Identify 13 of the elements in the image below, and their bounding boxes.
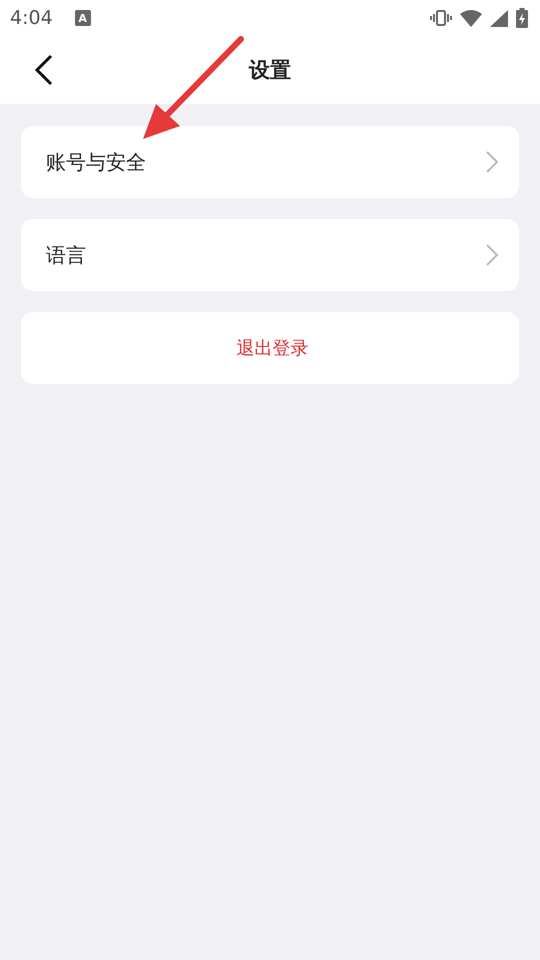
settings-item[interactable]: 语言 xyxy=(21,219,519,291)
status-time: 4:04 xyxy=(10,7,53,29)
page-title: 设置 xyxy=(249,57,291,84)
back-icon[interactable] xyxy=(34,54,54,86)
settings-item[interactable]: 账号与安全 xyxy=(21,126,519,198)
chevron-icon xyxy=(485,150,499,174)
notification-icon: A xyxy=(74,10,91,26)
signal-icon xyxy=(490,10,508,26)
logout-button[interactable]: 退出登录 xyxy=(21,312,519,384)
chevron-icon xyxy=(485,243,499,267)
battery-icon xyxy=(516,8,528,28)
wifi-icon xyxy=(460,10,482,26)
vibrate-icon xyxy=(430,10,452,26)
